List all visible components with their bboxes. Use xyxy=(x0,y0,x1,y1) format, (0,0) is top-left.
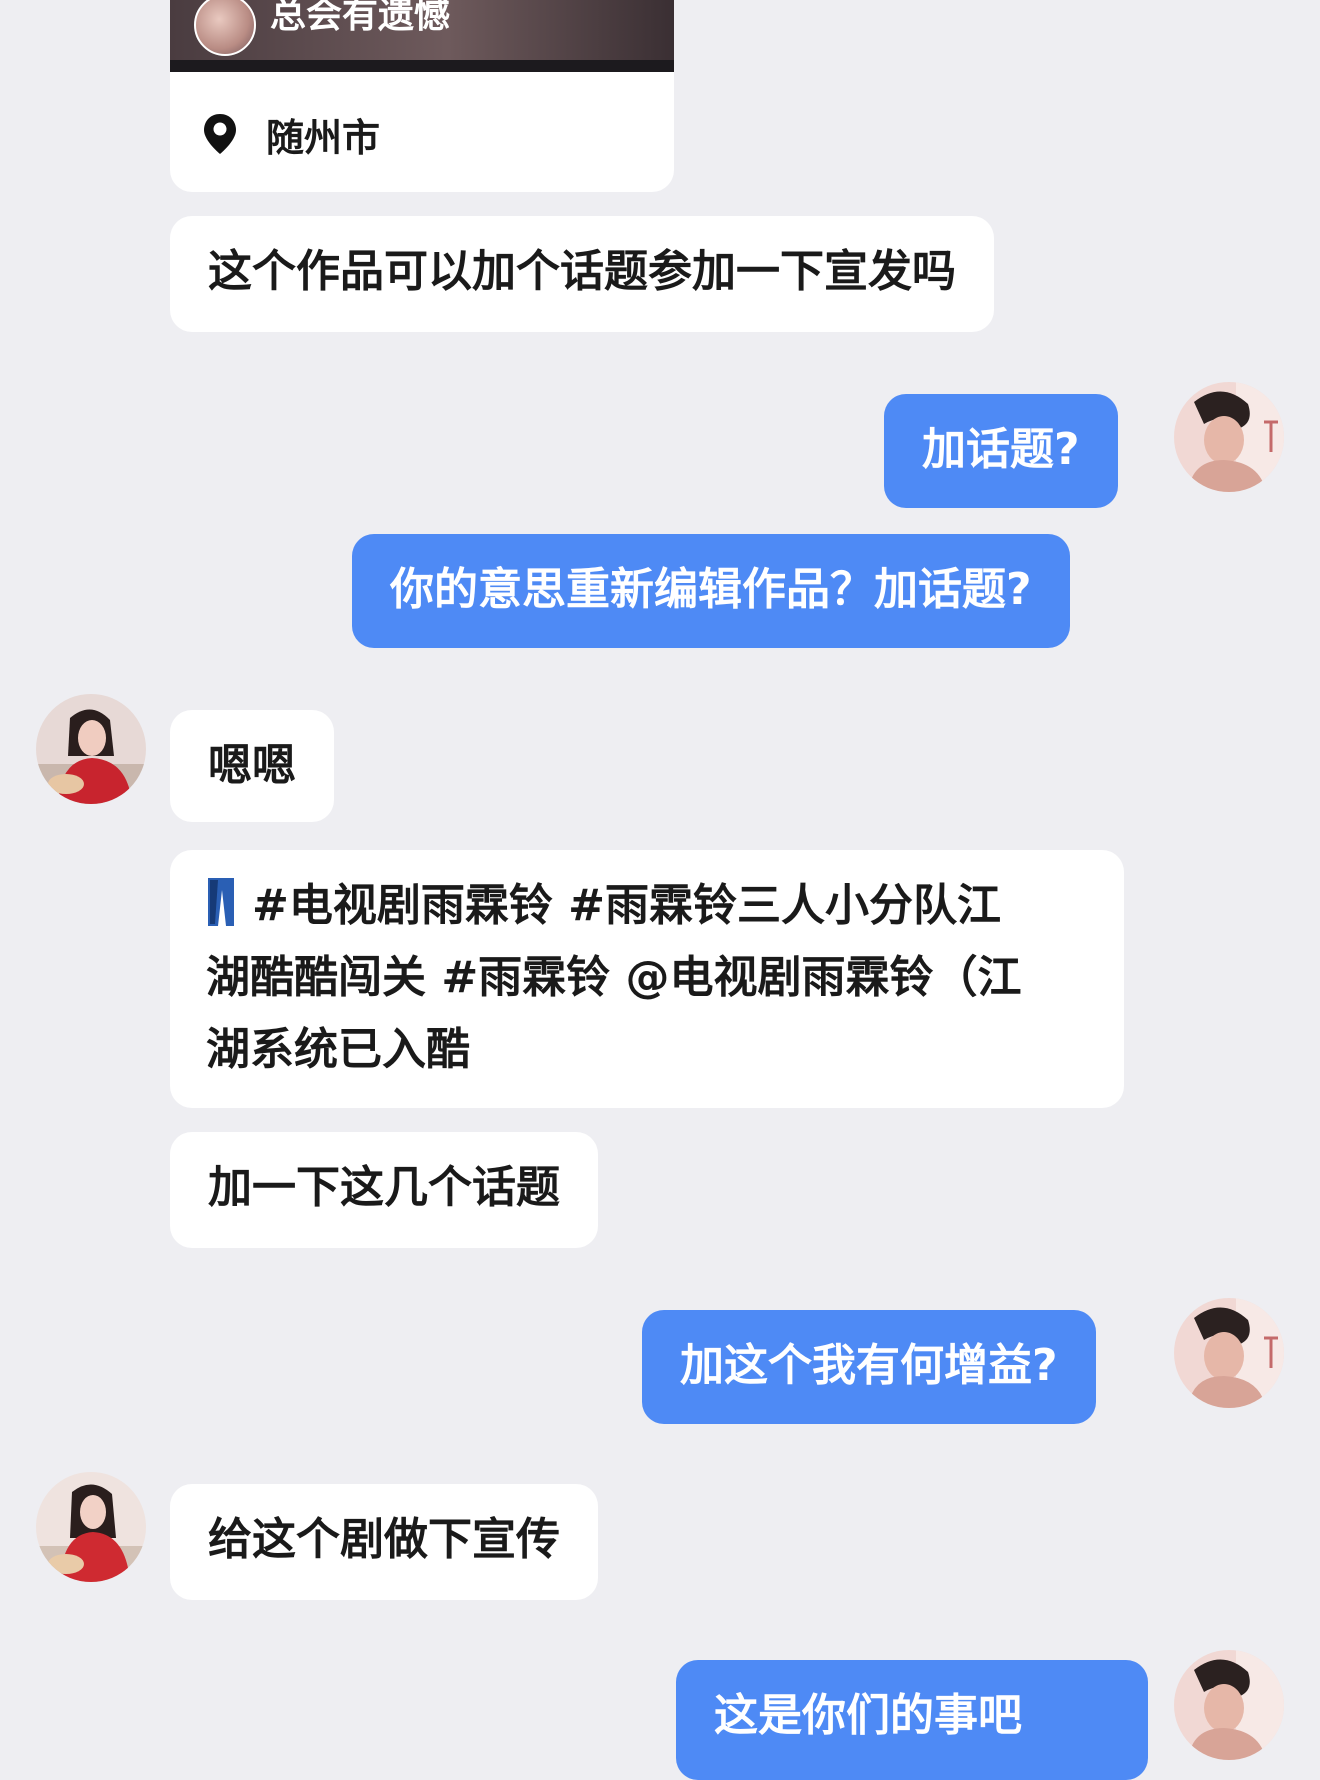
message-text: 这个作品可以加个话题参加一下宣发吗 xyxy=(208,246,956,297)
message-bubble-incoming[interactable]: 给这个剧做下宣传 xyxy=(170,1484,598,1600)
message-text: 嗯嗯 xyxy=(208,740,296,791)
message-text: 你的意思重新编辑作品？加话题? xyxy=(390,564,1032,615)
my-avatar[interactable] xyxy=(1174,382,1284,492)
message-bubble-outgoing[interactable]: 加话题? xyxy=(884,394,1118,508)
message-text: 加一下这几个话题 xyxy=(208,1162,560,1213)
message-line: #电视剧雨霖铃 #雨霖铃三人小分队江 xyxy=(206,870,1088,942)
message-bubble-incoming[interactable]: 加一下这几个话题 xyxy=(170,1132,598,1248)
message-text: 给这个剧做下宣传 xyxy=(208,1514,560,1565)
message-text: 这是你们的事吧 xyxy=(714,1690,1022,1741)
location-pin-icon xyxy=(204,114,236,154)
contact-avatar[interactable] xyxy=(36,1472,146,1582)
my-avatar[interactable] xyxy=(1174,1298,1284,1408)
shared-video-card[interactable]: 总会有遗憾 随州市 xyxy=(170,0,674,192)
card-location-text: 随州市 xyxy=(266,115,381,160)
message-bubble-outgoing[interactable]: 加这个我有何增益? xyxy=(642,1310,1096,1424)
message-bubble-incoming[interactable]: 这个作品可以加个话题参加一下宣发吗 xyxy=(170,216,994,332)
message-line: 湖酷酷闯关 #雨霖铃 @电视剧雨霖铃（江 xyxy=(206,952,1022,1003)
card-location: 随州市 xyxy=(202,106,380,162)
contact-avatar[interactable] xyxy=(36,694,146,804)
message-line: 湖系统已入酷 xyxy=(206,1024,470,1075)
message-bubble-outgoing[interactable]: 这是你们的事吧 xyxy=(676,1660,1148,1780)
message-bubble-incoming[interactable]: 嗯嗯 xyxy=(170,710,334,822)
message-text: 加这个我有何增益? xyxy=(680,1340,1058,1391)
my-avatar[interactable] xyxy=(1174,1650,1284,1760)
brand-logo-icon xyxy=(208,878,234,926)
message-bubble-incoming-topics[interactable]: #电视剧雨霖铃 #雨霖铃三人小分队江 湖酷酷闯关 #雨霖铃 @电视剧雨霖铃（江 … xyxy=(170,850,1124,1108)
message-text: 加话题? xyxy=(922,424,1080,475)
card-title: 总会有遗憾 xyxy=(270,0,451,36)
message-bubble-outgoing[interactable]: 你的意思重新编辑作品？加话题? xyxy=(352,534,1070,648)
